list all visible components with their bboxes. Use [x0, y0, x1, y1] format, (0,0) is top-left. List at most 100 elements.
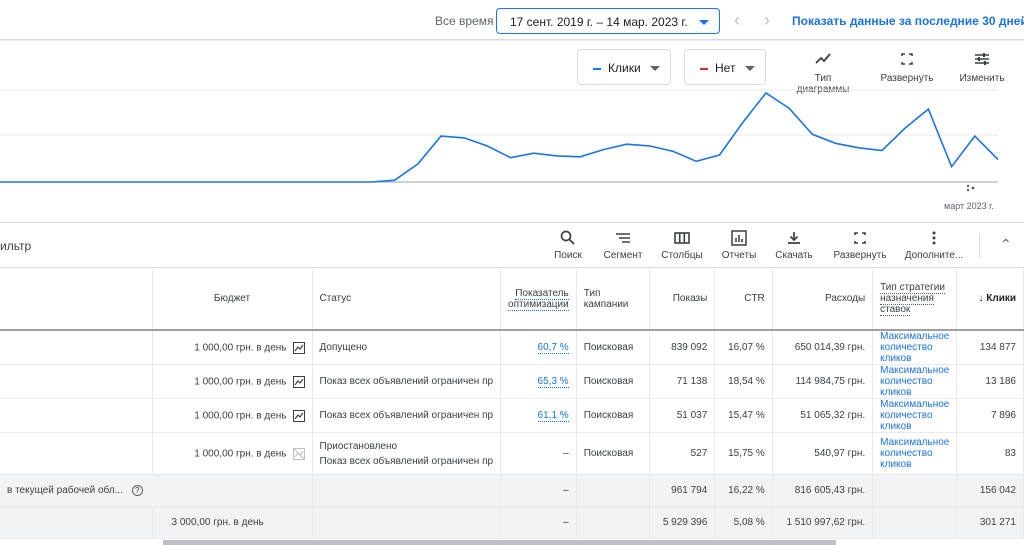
horizontal-scrollbar[interactable]: [163, 540, 836, 545]
bid-strategy-cell[interactable]: Максимальное количество кликов: [872, 432, 958, 475]
budget-chart-icon[interactable]: [292, 375, 305, 388]
cost-cell: 650 014,39 грн.: [772, 330, 874, 365]
total-type-cell: [576, 506, 650, 539]
reports-label: Отчеты: [721, 250, 757, 261]
campaign-name-cell[interactable]: [0, 432, 153, 475]
campaign-type-cell: Поисковая: [576, 398, 650, 433]
opt-score-cell: –: [500, 432, 577, 475]
bid-strategy-cell[interactable]: Максимальное количество кликов: [872, 330, 958, 365]
budget-chart-icon[interactable]: [292, 341, 305, 354]
chevron-down-icon: [650, 66, 660, 71]
download-icon: [788, 232, 800, 244]
status-cell: Допущено: [312, 330, 502, 365]
metric2-dropdown[interactable]: Нет: [684, 49, 766, 85]
table-expand-label: Развернуть: [833, 250, 887, 261]
chart-expand-button[interactable]: Развернуть: [876, 51, 938, 84]
header-campaign-type[interactable]: Тип кампании: [576, 268, 650, 331]
status-cell: Показ всех объявлений ограничен пр: [312, 364, 502, 399]
metric1-dropdown[interactable]: Клики: [577, 49, 671, 85]
header-optimization-score[interactable]: Показатель оптимизации: [500, 268, 577, 331]
opt-score-cell[interactable]: 65,3 %: [500, 364, 577, 399]
total-cost-cell: 1 510 997,62 грн.: [772, 506, 874, 539]
bar-chart-icon: [731, 230, 747, 246]
summary-type-cell: [576, 474, 650, 507]
status-cell: Приостановлено Показ всех объявлений огра…: [312, 432, 502, 475]
clicks-cell: 134 877: [956, 330, 1024, 365]
table-row[interactable]: 1 000,00 грн. в день Показ всех объявлен…: [0, 364, 1024, 399]
clicks-cell: 83: [956, 432, 1024, 475]
ctr-cell: 16,07 %: [714, 330, 773, 365]
header-campaign[interactable]: [0, 268, 153, 331]
budget-cell[interactable]: 1 000,00 грн. в день: [152, 330, 313, 365]
budget-chart-icon[interactable]: [292, 409, 305, 422]
impressions-cell: 51 037: [649, 398, 716, 433]
table-row[interactable]: 1 000,00 грн. в день Допущено 60,7 % Пои…: [0, 330, 1024, 365]
header-impressions[interactable]: Показы: [649, 268, 716, 331]
table-expand-button[interactable]: Развернуть: [832, 230, 888, 261]
metric2-color-swatch: [700, 67, 708, 70]
search-button[interactable]: Поиск: [551, 230, 585, 261]
budget-cell[interactable]: 1 000,00 грн. в день: [152, 398, 313, 433]
segment-label: Сегмент: [603, 250, 643, 261]
total-status-cell: [312, 506, 502, 539]
prev-period-icon[interactable]: ‹: [727, 10, 747, 30]
table-row[interactable]: 1 000,00 грн. в день Показ всех объявлен…: [0, 398, 1024, 433]
last-30-days-link[interactable]: Показать данные за последние 30 дней: [792, 14, 1024, 28]
performance-chart-card: Клики Нет Тип диаграммы Развернуть Измен…: [0, 41, 1024, 223]
campaign-type-cell: Поисковая: [576, 330, 650, 365]
columns-button[interactable]: Столбцы: [660, 230, 704, 261]
campaign-type-cell: Поисковая: [576, 364, 650, 399]
table-row[interactable]: 1 000,00 грн. в день Приостановлено Показ…: [0, 432, 1024, 475]
header-budget[interactable]: Бюджет: [152, 268, 313, 331]
total-ctr-cell: 5,08 %: [714, 506, 773, 539]
total-label-cell: [0, 506, 153, 539]
all-time-label: Все время: [435, 14, 494, 28]
segment-icon: [616, 233, 630, 243]
columns-label: Столбцы: [661, 250, 703, 261]
chart-settings-icon[interactable]: [966, 184, 975, 192]
summary-label-cell: в текущей рабочей обл... ?: [0, 474, 313, 507]
header-bid-strategy[interactable]: Тип стратегии назначения ставок: [872, 268, 958, 331]
clicks-series-line: [0, 91, 999, 183]
campaign-name-cell[interactable]: [0, 364, 153, 399]
date-range-picker[interactable]: 17 сент. 2019 г. – 14 мар. 2023 г.: [496, 8, 720, 34]
summary-row-total: 3 000,00 грн. в день – 5 929 396 5,08 % …: [0, 506, 1024, 539]
header-cost[interactable]: Расходы: [772, 268, 874, 331]
summary-status-cell: [312, 474, 502, 507]
header-clicks[interactable]: ↓ Клики: [956, 268, 1024, 331]
filter-button[interactable]: ильтр: [0, 239, 31, 253]
budget-chart-disabled-icon[interactable]: [292, 447, 305, 460]
header-ctr[interactable]: CTR: [714, 268, 773, 331]
collapse-chevron-up-icon[interactable]: ⌃: [1000, 236, 1012, 253]
summary-ctr-cell: 16,22 %: [714, 474, 773, 507]
chevron-down-icon: [745, 66, 755, 71]
header-status[interactable]: Статус: [312, 268, 502, 331]
columns-icon: [674, 232, 690, 244]
segment-button[interactable]: Сегмент: [603, 230, 643, 261]
ctr-cell: 15,47 %: [714, 398, 773, 433]
impressions-cell: 839 092: [649, 330, 716, 365]
next-period-icon[interactable]: ›: [757, 10, 777, 30]
metric1-color-swatch: [593, 67, 601, 70]
chart-edit-button[interactable]: Изменить: [954, 51, 1010, 84]
download-button[interactable]: Скачать: [774, 230, 814, 261]
help-icon[interactable]: ?: [131, 485, 143, 496]
summary-strategy-cell: [872, 474, 958, 507]
campaign-name-cell[interactable]: [0, 398, 153, 433]
clicks-cell: 7 896: [956, 398, 1024, 433]
total-budget-cell: 3 000,00 грн. в день: [152, 506, 313, 539]
campaign-name-cell[interactable]: [0, 330, 153, 365]
opt-score-cell[interactable]: 61,1 %: [500, 398, 577, 433]
bid-strategy-cell[interactable]: Максимальное количество кликов: [872, 398, 958, 433]
total-clicks-cell: 301 271: [956, 506, 1024, 539]
toolbar-divider: [979, 234, 980, 258]
budget-cell[interactable]: 1 000,00 грн. в день: [152, 364, 313, 399]
more-button[interactable]: Дополните...: [903, 230, 965, 261]
opt-score-cell[interactable]: 60,7 %: [500, 330, 577, 365]
cost-cell: 540,97 грн.: [772, 432, 874, 475]
metric1-label: Клики: [608, 61, 641, 75]
date-range-value: 17 сент. 2019 г. – 14 мар. 2023 г.: [510, 15, 688, 29]
budget-cell[interactable]: 1 000,00 грн. в день: [152, 432, 313, 475]
reports-button[interactable]: Отчеты: [721, 230, 757, 261]
bid-strategy-cell[interactable]: Максимальное количество кликов: [872, 364, 958, 399]
